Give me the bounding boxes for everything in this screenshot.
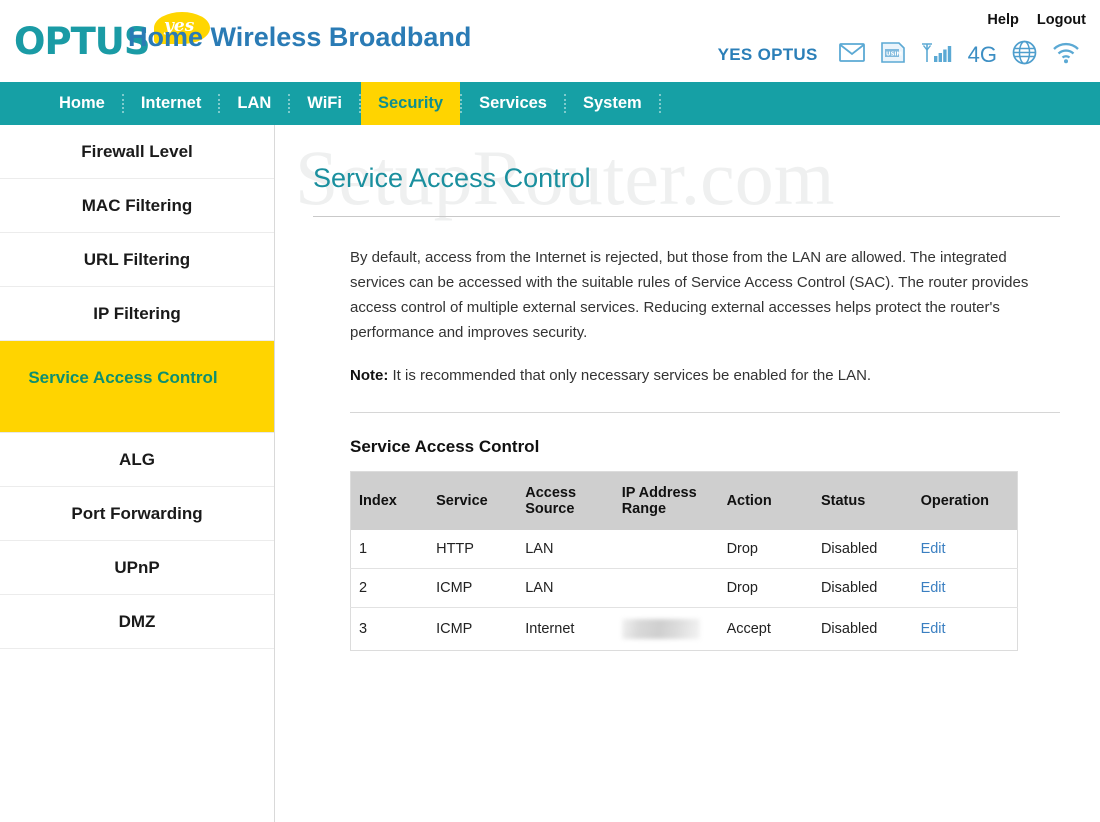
header-links: Help Logout: [973, 12, 1086, 28]
header-status-bar: YES OPTUS USIM 4G: [718, 40, 1080, 70]
sidebar-item-upnp[interactable]: UPnP: [0, 541, 274, 595]
cell-status: Disabled: [812, 606, 913, 650]
cell-operation[interactable]: Edit: [912, 606, 1018, 650]
mail-icon[interactable]: [838, 43, 865, 67]
wifi-icon[interactable]: [1052, 42, 1080, 69]
service-access-control-table: Index Service Access Source IP Address Rang…: [350, 471, 1018, 651]
logout-link[interactable]: Logout: [1037, 12, 1086, 28]
cell-range: [613, 606, 719, 650]
redacted-ip-range: [621, 618, 700, 639]
svg-text:USIM: USIM: [886, 52, 902, 58]
edit-link[interactable]: Edit: [921, 580, 946, 596]
main-navigation: Home Internet LAN WiFi Security Services Syste…: [0, 82, 1100, 125]
cell-source: LAN: [517, 529, 614, 568]
usim-icon[interactable]: USIM: [880, 42, 906, 68]
nav-item-home[interactable]: Home: [42, 82, 122, 125]
nav-item-lan[interactable]: LAN: [220, 82, 288, 125]
cell-service: ICMP: [428, 567, 518, 607]
nav-item-system[interactable]: System: [566, 82, 659, 125]
network-type-label: 4G: [967, 42, 997, 67]
table-row: 1 HTTP LAN Drop Disabled Edit: [350, 529, 1018, 568]
sidebar-item-mac-filtering[interactable]: MAC Filtering: [0, 179, 274, 233]
sidebar-item-ip-filtering[interactable]: IP Filtering: [0, 287, 274, 341]
title-divider: [313, 216, 1060, 217]
cell-action: Accept: [718, 606, 813, 650]
sidebar-item-port-forwarding[interactable]: Port Forwarding: [0, 487, 274, 541]
nav-item-internet[interactable]: Internet: [124, 82, 219, 125]
edit-link[interactable]: Edit: [921, 621, 946, 637]
column-header-service: Service: [428, 471, 518, 530]
table-header-row: Index Service Access Source IP Address Rang…: [350, 471, 1018, 530]
page-title: Service Access Control: [313, 163, 591, 193]
cell-operation[interactable]: Edit: [912, 567, 1018, 607]
cell-range: [613, 567, 719, 607]
page-header: OPTUS yes Home Wireless Broadband Help L…: [0, 0, 1100, 82]
sidebar-item-firewall-level[interactable]: Firewall Level: [0, 125, 274, 179]
note-text: Note: It is recommended that only necess…: [350, 367, 1100, 384]
note-body: It is recommended that only necessary se…: [388, 367, 872, 384]
sidebar-item-alg[interactable]: ALG: [0, 433, 274, 487]
cell-service: HTTP: [428, 529, 518, 568]
column-header-status: Status: [812, 471, 913, 530]
help-link[interactable]: Help: [987, 12, 1018, 28]
column-header-action: Action: [718, 471, 813, 530]
column-header-ip-address-range: IP Address Range: [613, 471, 719, 530]
cell-status: Disabled: [812, 567, 913, 607]
globe-icon[interactable]: [1012, 40, 1037, 70]
sidebar-item-service-access-control[interactable]: Service Access Control: [0, 341, 274, 433]
cell-range: [613, 529, 719, 568]
cell-index: 2: [350, 567, 429, 607]
sidebar: Firewall Level MAC Filtering URL Filtering…: [0, 125, 275, 822]
carrier-label: YES OPTUS: [717, 45, 818, 64]
signal-icon: [921, 42, 953, 69]
cell-action: Drop: [718, 567, 813, 607]
cell-status: Disabled: [812, 529, 913, 568]
nav-separator: [658, 94, 661, 113]
cell-index: 3: [350, 606, 429, 650]
nav-item-wifi[interactable]: WiFi: [290, 82, 359, 125]
description-text: By default, access from the Internet is …: [350, 249, 1029, 341]
cell-service: ICMP: [428, 606, 518, 650]
nav-item-services[interactable]: Services: [462, 82, 564, 125]
cell-action: Drop: [718, 529, 813, 568]
product-title: Home Wireless Broadband: [128, 22, 472, 52]
cell-operation[interactable]: Edit: [912, 529, 1018, 568]
cell-index: 1: [350, 529, 429, 568]
section-divider: [350, 412, 1060, 413]
main-content: SetupRouter.com Service Access Control B…: [275, 125, 1100, 822]
sidebar-item-url-filtering[interactable]: URL Filtering: [0, 233, 274, 287]
table-row: 2 ICMP LAN Drop Disabled Edit: [350, 567, 1018, 607]
table-row: 3 ICMP Internet Accept Disabled Edit: [350, 606, 1018, 650]
cell-source: Internet: [517, 606, 614, 650]
edit-link[interactable]: Edit: [921, 541, 946, 557]
column-header-operation: Operation: [912, 471, 1018, 530]
nav-item-security[interactable]: Security: [360, 82, 461, 125]
cell-source: LAN: [517, 567, 614, 607]
sidebar-item-dmz[interactable]: DMZ: [0, 595, 274, 649]
column-header-access-source: Access Source: [517, 471, 614, 530]
column-header-index: Index: [350, 471, 429, 530]
section-title: Service Access Control: [350, 437, 540, 456]
note-label: Note:: [350, 367, 389, 384]
